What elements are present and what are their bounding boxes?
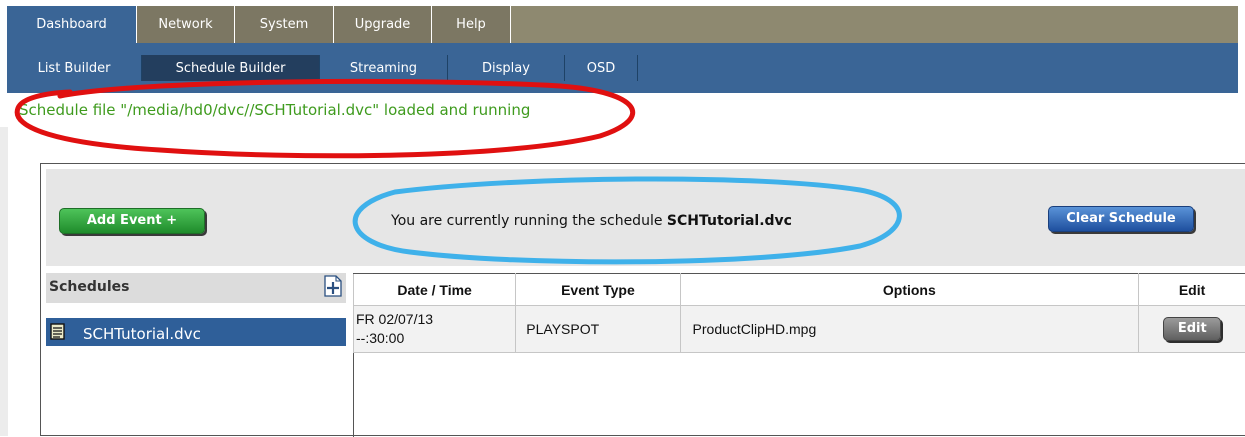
table-row[interactable]: FR 02/07/13 --:30:00 PLAYSPOT ProductCli… [354, 306, 1245, 353]
tab-help[interactable]: Help [431, 6, 511, 43]
event-date: FR 02/07/13 [356, 310, 515, 329]
schedule-list-item[interactable]: SCHTutorial.dvc [46, 318, 346, 346]
top-nav-bar: Dashboard Network System Upgrade Help [7, 6, 1238, 43]
add-schedule-icon[interactable] [323, 275, 343, 297]
subtab-streaming[interactable]: Streaming [320, 55, 448, 81]
schedules-title: Schedules [49, 279, 129, 295]
event-options-cell: ProductClipHD.mpg [680, 306, 1139, 353]
column-header-event-type[interactable]: Event Type [516, 274, 680, 306]
subtab-display[interactable]: Display [448, 55, 565, 81]
clear-schedule-button[interactable]: Clear Schedule [1048, 206, 1194, 232]
add-event-button[interactable]: Add Event + [59, 208, 205, 234]
event-date-time-cell: FR 02/07/13 --:30:00 [354, 306, 516, 353]
edit-event-button[interactable]: Edit [1163, 317, 1221, 341]
status-message: Schedule file "/media/hd0/dvc//SCHTutori… [19, 101, 530, 119]
event-time: --:30:00 [356, 329, 515, 348]
subtab-schedule-builder[interactable]: Schedule Builder [142, 55, 320, 81]
column-header-date-time[interactable]: Date / Time [354, 274, 516, 306]
tab-system[interactable]: System [234, 6, 333, 43]
tab-dashboard[interactable]: Dashboard [7, 6, 136, 43]
running-schedule-prefix: You are currently running the schedule [391, 213, 667, 229]
schedules-header: Schedules [46, 273, 346, 303]
schedule-panel: Add Event + You are currently running th… [40, 163, 1245, 436]
column-header-options[interactable]: Options [680, 274, 1139, 306]
subtab-list-builder[interactable]: List Builder [7, 55, 142, 81]
sub-nav-bar: List Builder Schedule Builder Streaming … [7, 43, 1238, 93]
events-header-row: Date / Time Event Type Options Edit [354, 274, 1245, 306]
tab-upgrade[interactable]: Upgrade [333, 6, 431, 43]
tab-network[interactable]: Network [136, 6, 234, 43]
schedule-file-icon [50, 323, 66, 340]
panel-header: Add Event + You are currently running th… [46, 169, 1245, 266]
events-table: Date / Time Event Type Options Edit FR 0… [353, 273, 1245, 353]
subtab-osd[interactable]: OSD [565, 55, 638, 81]
schedule-item-label: SCHTutorial.dvc [83, 325, 201, 343]
running-schedule-message: You are currently running the schedule S… [391, 213, 792, 229]
event-type-cell: PLAYSPOT [516, 306, 680, 353]
left-edge-stripe [0, 127, 8, 436]
column-header-edit: Edit [1139, 274, 1245, 306]
running-schedule-name: SCHTutorial.dvc [667, 213, 792, 229]
event-edit-cell: Edit [1139, 306, 1245, 353]
